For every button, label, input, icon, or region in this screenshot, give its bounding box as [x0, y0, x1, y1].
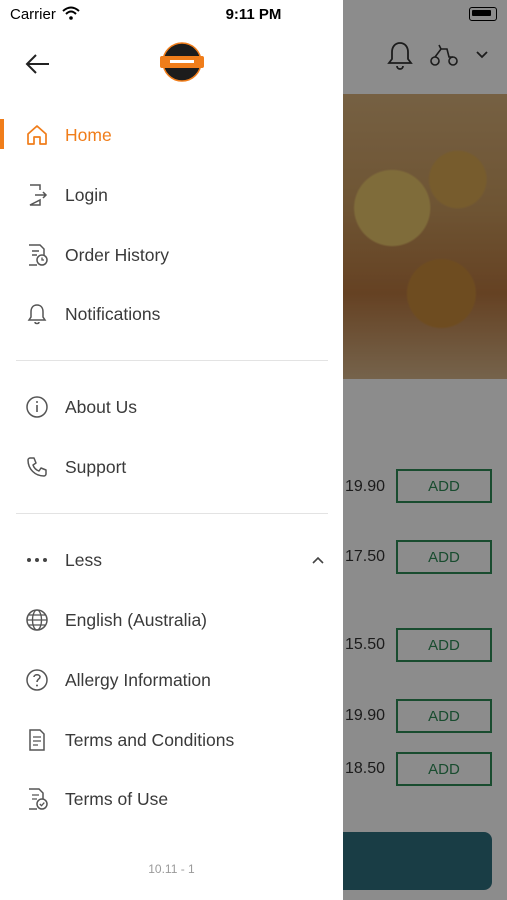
nav-label: Terms of Use	[65, 788, 169, 809]
nav-label: Support	[65, 456, 127, 477]
nav-login[interactable]: Login	[0, 173, 343, 217]
side-drawer: Home Login Order History Notifications A…	[0, 0, 343, 900]
question-icon	[24, 667, 50, 693]
nav-order-history[interactable]: Order History	[0, 233, 343, 277]
nav-label: Allergy Information	[65, 669, 211, 690]
nav-language[interactable]: English (Australia)	[0, 598, 343, 642]
phone-icon	[24, 454, 50, 480]
nav-label: Notifications	[65, 303, 161, 324]
nav-label: About Us	[65, 396, 137, 417]
nav-label: Login	[65, 184, 108, 205]
info-icon	[24, 394, 50, 420]
divider	[16, 360, 328, 361]
globe-icon	[24, 607, 50, 633]
status-bar: Carrier 9:11 PM	[0, 0, 507, 28]
home-icon	[24, 122, 50, 148]
nav-allergy-information[interactable]: Allergy Information	[0, 658, 343, 702]
app-version: 10.11 - 1	[148, 862, 195, 876]
nav-label: Less	[65, 549, 102, 570]
document-check-icon	[24, 786, 50, 812]
toggle-less[interactable]: Less	[0, 538, 343, 582]
clock: 9:11 PM	[225, 6, 282, 23]
nav-notifications[interactable]: Notifications	[0, 292, 343, 336]
nav-label: Home	[65, 124, 112, 145]
divider	[16, 513, 328, 514]
nav-terms-of-use[interactable]: Terms of Use	[0, 777, 343, 821]
back-arrow-icon[interactable]	[24, 50, 52, 78]
nav-support[interactable]: Support	[0, 445, 343, 489]
bell-icon	[24, 301, 50, 327]
login-icon	[24, 182, 50, 208]
nav-about-us[interactable]: About Us	[0, 385, 343, 429]
nav-label: English (Australia)	[65, 609, 207, 630]
document-icon	[24, 727, 50, 753]
nav-terms-and-conditions[interactable]: Terms and Conditions	[0, 718, 343, 762]
nav-label: Order History	[65, 244, 170, 265]
ellipsis-icon	[24, 547, 50, 573]
nav-home[interactable]: Home	[0, 113, 343, 157]
battery-icon	[469, 7, 497, 21]
order-history-icon	[24, 242, 50, 268]
nav-label: Terms and Conditions	[65, 729, 235, 750]
restaurant-logo	[160, 42, 204, 82]
chevron-up-icon	[312, 556, 324, 564]
